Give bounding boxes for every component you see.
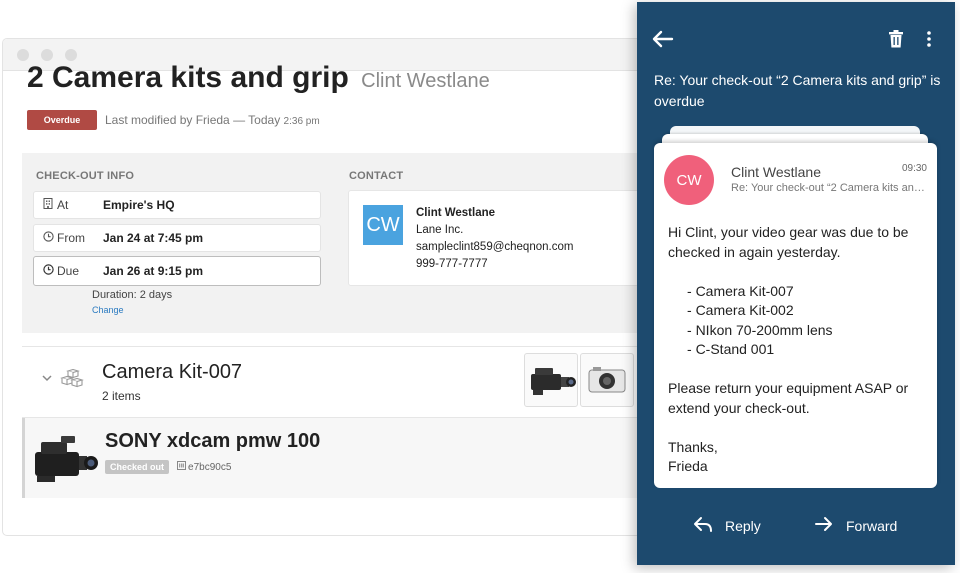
change-duration-link[interactable]: Change — [92, 305, 124, 315]
forward-button[interactable]: Forward — [814, 516, 897, 535]
reply-label: Reply — [725, 517, 761, 534]
camcorder-item-image — [31, 428, 99, 495]
trash-icon[interactable] — [888, 30, 904, 53]
message-time: 09:30 — [901, 163, 927, 174]
checkout-location-value: Empire's HQ — [103, 198, 175, 212]
email-message-card[interactable]: CW Clint Westlane 09:30 Re: Your check-o… — [654, 143, 937, 488]
back-arrow-icon[interactable] — [652, 30, 674, 53]
overdue-badge: Overdue — [27, 110, 97, 130]
kit-item-count: 2 items — [102, 389, 141, 403]
status-line: Overdue Last modified by Frieda — Today … — [27, 110, 320, 130]
kit-name[interactable]: Camera Kit-007 — [102, 361, 242, 384]
last-modified: Last modified by Frieda — Today 2:36 pm — [105, 113, 320, 127]
checkout-location-label: At — [57, 198, 69, 212]
message-greeting: Hi Clint, your video gear was due to be … — [668, 224, 909, 260]
contact-card[interactable]: CW Clint Westlane Lane Inc. sampleclint8… — [348, 190, 658, 286]
reply-icon — [693, 516, 725, 535]
list-item: Camera Kit-007 — [687, 282, 930, 302]
checked-out-badge: Checked out — [105, 460, 170, 474]
contact-company: Lane Inc. — [416, 224, 464, 236]
email-subject: Re: Your check-out “2 Camera kits and gr… — [654, 72, 941, 109]
checkout-info-label: CHECK-OUT INFO — [36, 170, 135, 182]
contact-email: sampleclint859@cheqnon.com — [416, 241, 574, 253]
message-signature: Frieda — [668, 458, 708, 474]
window-close-dot[interactable] — [17, 49, 29, 61]
chevron-down-icon[interactable] — [42, 371, 52, 385]
record-title: 2 Camera kits and grip — [27, 61, 349, 94]
contact-avatar: CW — [363, 205, 403, 245]
contact-name: Clint Westlane — [416, 207, 496, 219]
last-modified-text: Last modified by Frieda — Today — [105, 113, 281, 127]
email-panel: Re: Your check-out “2 Camera kits and gr… — [637, 2, 955, 565]
checkout-from-label: From — [57, 231, 85, 245]
info-panel: CHECK-OUT INFO At Empire's HQ From Jan 2… — [22, 153, 682, 333]
barcode-icon — [177, 461, 187, 473]
more-vertical-icon[interactable] — [926, 31, 932, 52]
building-icon — [42, 198, 54, 212]
checkout-from-value: Jan 24 at 7:45 pm — [103, 231, 204, 245]
sender-name: Clint Westlane — [731, 164, 822, 180]
item-row[interactable]: SONY xdcam pmw 100 Checked out e7bc90c5 — [22, 418, 682, 498]
checkout-duration: Duration: 2 days — [92, 289, 173, 301]
forward-label: Forward — [846, 517, 898, 534]
contact-label: CONTACT — [349, 170, 404, 182]
window-minimize-dot[interactable] — [41, 49, 53, 61]
sender-avatar: CW — [664, 155, 714, 205]
list-item: Camera Kit-002 — [687, 301, 930, 321]
window-maximize-dot[interactable] — [65, 49, 77, 61]
forward-icon — [814, 516, 846, 535]
message-body: Hi Clint, your video gear was due to be … — [668, 223, 930, 477]
video-camera-thumbnail[interactable] — [524, 353, 578, 407]
item-code: e7bc90c5 — [188, 461, 232, 473]
page-title: 2 Camera kits and grip Clint Westlane — [27, 61, 490, 95]
last-modified-time: 2:36 pm — [283, 116, 320, 127]
kit-row[interactable]: Camera Kit-007 2 items — [22, 346, 682, 418]
list-item: C-Stand 001 — [687, 340, 930, 360]
checkout-due-value: Jan 26 at 9:15 pm — [103, 264, 204, 278]
checkout-location-row[interactable]: At Empire's HQ — [33, 191, 321, 219]
checkout-from-row[interactable]: From Jan 24 at 7:45 pm — [33, 224, 321, 252]
kit-boxes-icon — [60, 368, 84, 394]
overdue-item-list: Camera Kit-007 Camera Kit-002 NIkon 70-2… — [668, 282, 930, 360]
checkout-due-row[interactable]: Due Jan 26 at 9:15 pm — [33, 256, 321, 286]
item-name[interactable]: SONY xdcam pmw 100 — [105, 430, 320, 453]
message-request: Please return your equipment ASAP or ext… — [668, 380, 909, 416]
list-item: NIkon 70-200mm lens — [687, 321, 930, 341]
checkout-due-label: Due — [57, 264, 80, 278]
compact-camera-thumbnail[interactable] — [580, 353, 634, 407]
contact-details: Clint Westlane Lane Inc. sampleclint859@… — [416, 205, 573, 273]
message-snippet: Re: Your check-out “2 Camera kits and gr… — [731, 182, 926, 194]
contact-phone: 999-777-7777 — [416, 258, 488, 270]
clock-icon — [42, 231, 54, 245]
message-signoff: Thanks, — [668, 438, 718, 455]
reply-button[interactable]: Reply — [693, 516, 761, 535]
item-meta: Checked out e7bc90c5 — [105, 460, 231, 474]
record-contact-name[interactable]: Clint Westlane — [361, 70, 490, 92]
clock-icon — [42, 264, 54, 278]
